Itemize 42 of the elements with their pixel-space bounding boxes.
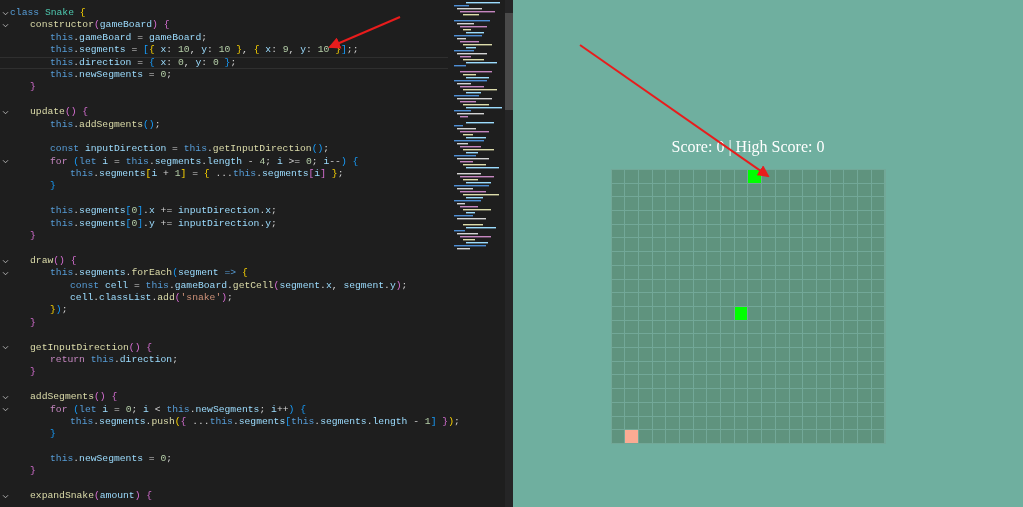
chevron-down-icon[interactable] xyxy=(1,394,9,400)
code-line: addSegments() { xyxy=(29,391,118,404)
code-line: } xyxy=(49,428,56,441)
code-line: const inputDirection = this.getInputDirection(); xyxy=(49,143,330,156)
chevron-down-icon[interactable] xyxy=(1,493,9,499)
code-line: draw() { xyxy=(29,254,77,268)
scrollbar-thumb[interactable] xyxy=(505,13,513,110)
code-line: expandSnake(amount) { xyxy=(29,490,153,503)
code-line: this.newSegments = 0; xyxy=(49,453,173,466)
code-line: } xyxy=(29,81,36,94)
chevron-down-icon[interactable] xyxy=(1,258,9,264)
chevron-down-icon[interactable] xyxy=(1,345,9,351)
code-line: const cell = this.gameBoard.getCell(segment.x, segment.y); xyxy=(69,279,408,292)
code-line: } xyxy=(29,366,36,379)
code-line: cell.classList.add('snake'); xyxy=(69,292,233,305)
chevron-down-icon[interactable] xyxy=(1,109,9,115)
code-line: this.newSegments = 0; xyxy=(49,68,173,82)
code-line: } xyxy=(29,465,36,478)
code-line: }); xyxy=(49,304,68,317)
code-line: constructor(gameBoard) { xyxy=(29,19,170,32)
chevron-down-icon[interactable] xyxy=(1,407,9,413)
code-line: this.segments[0].y += inputDirection.y; xyxy=(49,217,277,231)
code-line: this.segments.push({ ...this.segments[this.segments.length - 1] }); xyxy=(69,415,460,429)
code-line: class Snake { xyxy=(10,7,86,20)
code-line: this.segments[0].x += inputDirection.x; xyxy=(49,205,277,218)
chevron-down-icon[interactable] xyxy=(1,159,9,165)
chevron-down-icon[interactable] xyxy=(1,10,9,16)
code-line: } xyxy=(29,230,36,243)
code-line: } xyxy=(49,180,56,193)
code-line: this.segments[i + 1] = { ...this.segments[i] }; xyxy=(69,168,344,181)
code-line: } xyxy=(29,316,36,330)
code-line: getInputDirection() { xyxy=(29,341,153,354)
code-line: return this.direction; xyxy=(49,353,178,367)
code-line: for (let i = 0; i < this.newSegments; i++) { xyxy=(49,403,306,416)
chevron-down-icon[interactable] xyxy=(1,270,9,276)
code-line: this.direction = { x: 0, y: 0 }; xyxy=(49,56,237,69)
code-line: for (let i = this.segments.length - 4; i >= 0; i--) { xyxy=(49,155,359,169)
code-line: update() { xyxy=(29,106,89,119)
chevron-down-icon[interactable] xyxy=(1,23,9,29)
code-line: this.gameBoard = gameBoard; xyxy=(49,31,208,45)
code-line: this.addSegments(); xyxy=(49,118,161,131)
code-line: this.segments.forEach(segment => { xyxy=(49,267,248,280)
